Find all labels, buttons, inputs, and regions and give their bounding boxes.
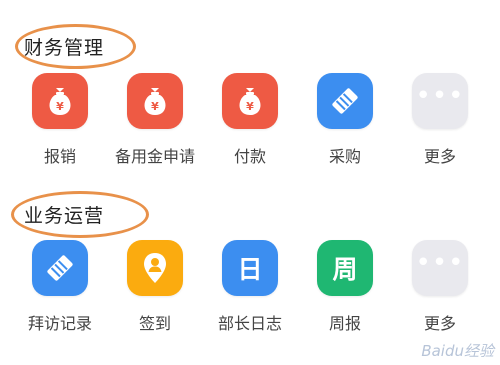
money-bag-icon: ¥ <box>144 88 166 115</box>
app-tile: ¥ <box>32 73 88 129</box>
app-tile <box>127 240 183 296</box>
app-weekly-report[interactable]: 周 周报 <box>300 240 390 334</box>
app-label: 备用金申请 <box>114 147 195 166</box>
app-label: 更多 <box>423 147 456 166</box>
app-label: 部长日志 <box>217 314 282 333</box>
handshake-icon <box>332 88 358 114</box>
money-bag-icon: ¥ <box>49 88 71 115</box>
more-dots-icon: ••• <box>415 81 465 111</box>
app-procurement[interactable]: 采购 <box>300 73 390 167</box>
app-payment[interactable]: ¥ 付款 <box>205 73 295 167</box>
svg-text:¥: ¥ <box>246 100 254 113</box>
location-pin-icon <box>144 253 166 283</box>
app-label: 拜访记录 <box>27 314 92 333</box>
app-tile: ¥ <box>127 73 183 129</box>
app-tile <box>317 73 373 129</box>
section-title-finance: 财务管理 <box>24 37 105 59</box>
app-tile: ••• <box>412 240 468 296</box>
app-label: 报销 <box>43 147 76 166</box>
watermark: Baidu经验 <box>421 342 494 360</box>
app-check-in[interactable]: 签到 <box>110 240 200 334</box>
day-calendar-icon: 日 <box>237 255 263 284</box>
app-label: 签到 <box>138 314 171 333</box>
svg-text:¥: ¥ <box>56 100 64 113</box>
app-label: 更多 <box>423 314 456 333</box>
app-tile: ••• <box>412 73 468 129</box>
app-minister-log[interactable]: 日 部长日志 <box>205 240 295 334</box>
svg-text:¥: ¥ <box>151 100 159 113</box>
app-reimbursement[interactable]: ¥ 报销 <box>15 73 105 167</box>
app-tile: ¥ <box>222 73 278 129</box>
app-tile: 日 <box>222 240 278 296</box>
app-more-finance[interactable]: ••• 更多 <box>395 73 485 167</box>
app-tile <box>32 240 88 296</box>
money-bag-icon: ¥ <box>239 88 261 115</box>
app-more-operations[interactable]: ••• 更多 <box>395 240 485 334</box>
handshake-icon <box>47 255 73 281</box>
app-label: 付款 <box>233 147 266 166</box>
app-label: 周报 <box>328 314 361 333</box>
section-title-operations: 业务运营 <box>24 205 105 227</box>
week-calendar-icon: 周 <box>332 255 358 284</box>
app-visit-record[interactable]: 拜访记录 <box>15 240 105 334</box>
app-petty-cash-request[interactable]: ¥ 备用金申请 <box>110 73 200 167</box>
more-dots-icon: ••• <box>415 248 465 278</box>
app-label: 采购 <box>328 147 361 166</box>
app-tile: 周 <box>317 240 373 296</box>
